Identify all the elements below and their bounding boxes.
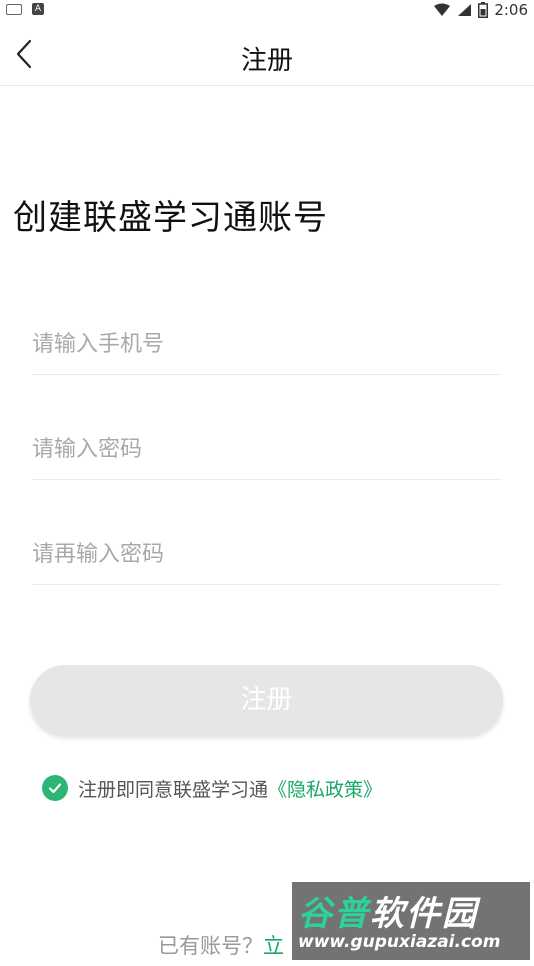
checkbox-checked-icon[interactable] [42,775,68,801]
watermark-brand-part2: 软件园 [370,894,478,934]
keyboard-icon [6,3,22,15]
agreement-row: 注册即同意联盛学习通 《隐私政策》 [42,773,382,803]
agreement-text: 注册即同意联盛学习通 [78,778,269,801]
main-heading: 创建联盛学习通账号 [13,198,328,238]
status-left-icons: A [6,3,44,15]
password-input[interactable] [32,429,502,469]
status-time: 2:06 [494,1,528,19]
password-field [32,419,502,480]
phone-input[interactable] [32,324,502,364]
phone-field [32,314,502,375]
register-button[interactable]: 注册 [30,665,503,735]
login-link[interactable]: 立 [263,934,284,958]
checkmark-icon [48,783,62,794]
confirm-password-field [32,524,502,585]
page-title: 注册 [240,46,293,76]
wifi-icon [434,3,451,16]
login-question: 已有账号？ [158,934,263,958]
confirm-password-input[interactable] [32,534,502,574]
battery-icon [478,2,489,18]
privacy-policy-link[interactable]: 《隐私政策》 [268,775,382,802]
watermark: 谷普软件园 www.gupuxiazai.com [292,882,530,960]
status-right-icons: 2:06 [433,1,528,19]
watermark-brand: 谷普软件园 [298,886,478,935]
login-prompt: 已有账号？立 [158,930,284,960]
status-bar: A 2:06 [0,0,534,22]
signal-icon [458,4,472,16]
watermark-brand-part1: 谷普 [298,894,370,934]
header-bar: 注册 [0,22,534,86]
a-notification-icon: A [32,3,44,15]
watermark-url: www.gupuxiazai.com [298,932,501,952]
